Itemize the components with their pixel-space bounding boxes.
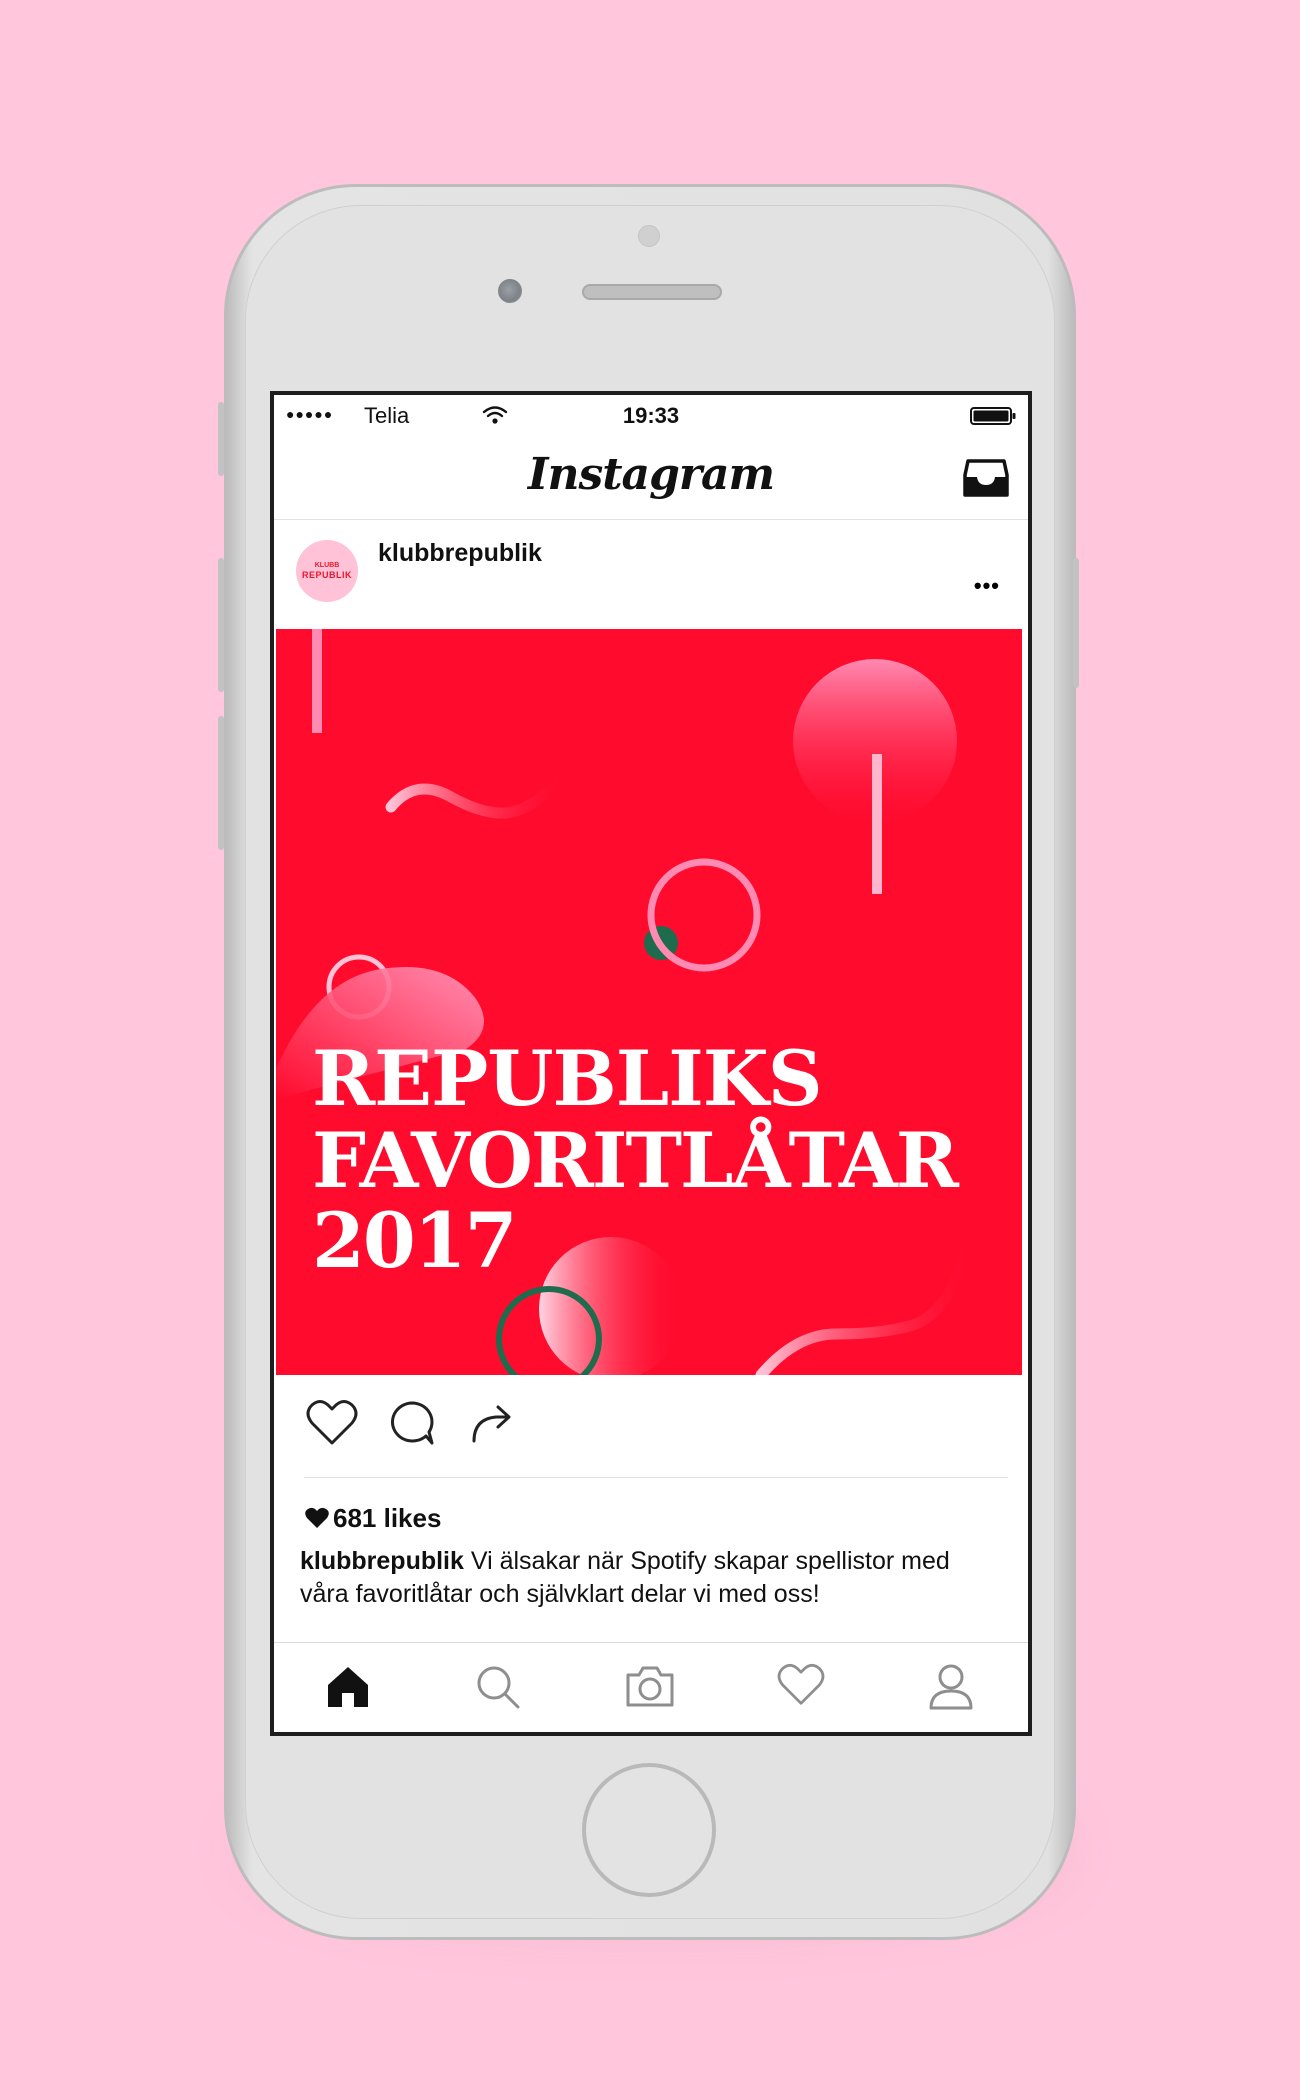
volume-down-button: [218, 716, 224, 850]
activity-heart-icon[interactable]: [777, 1663, 825, 1707]
post-header: KLUBB REPUBLIK klubbrepublik •••: [274, 519, 1028, 619]
camera-icon[interactable]: [624, 1663, 676, 1709]
status-bar: ●●●●● Telia 19:33: [274, 395, 1028, 435]
battery-full-icon: [970, 407, 1016, 425]
avatar-text-small: KLUBB: [314, 562, 340, 569]
deco-line-right: [872, 754, 882, 894]
earpiece-speaker: [582, 284, 722, 300]
instagram-logo: Instagram: [527, 449, 775, 500]
likes-text: 681 likes: [333, 1503, 442, 1533]
share-icon[interactable]: [468, 1399, 516, 1447]
comment-icon[interactable]: [388, 1399, 436, 1447]
avatar[interactable]: KLUBB REPUBLIK: [296, 540, 358, 602]
front-camera: [498, 279, 522, 303]
post-actions: [274, 1375, 1028, 1475]
likes-count[interactable]: 681 likes: [305, 1503, 441, 1534]
post-caption: klubbrepublik Vi älsakar när Spotify ska…: [300, 1545, 1000, 1611]
avatar-text-large: REPUBLIK: [301, 570, 352, 580]
phone-screen: ●●●●● Telia 19:33 Instagram KLUBB REPUBL…: [270, 391, 1032, 1736]
clock: 19:33: [622, 403, 680, 428]
power-button: [1073, 558, 1079, 688]
home-button[interactable]: [582, 1763, 716, 1897]
actions-divider: [304, 1477, 1008, 1478]
small-heart-icon: [305, 1507, 329, 1528]
caption-username[interactable]: klubbrepublik: [300, 1547, 464, 1575]
post-image[interactable]: REPUBLIKS FAVORITLÅTAR 2017: [276, 629, 1022, 1375]
inbox-icon[interactable]: [962, 457, 1010, 499]
volume-up-button: [218, 558, 224, 692]
bottom-tab-bar: [274, 1642, 1028, 1732]
search-icon[interactable]: [474, 1663, 522, 1711]
mute-switch: [218, 402, 224, 476]
deco-line-top-left: [312, 629, 322, 733]
home-icon[interactable]: [324, 1663, 372, 1709]
image-title-line1: REPUBLIKS: [312, 1034, 822, 1123]
proximity-sensor: [638, 225, 660, 247]
profile-icon[interactable]: [928, 1663, 974, 1711]
like-heart-icon[interactable]: [306, 1399, 358, 1447]
app-header: Instagram: [274, 435, 1028, 520]
image-title-line3: 2017: [312, 1196, 516, 1285]
more-options-icon[interactable]: •••: [974, 573, 1000, 599]
deco-circle-bottom: [539, 1237, 683, 1375]
post-username[interactable]: klubbrepublik: [378, 539, 542, 568]
image-title-line2: FAVORITLÅTAR: [312, 1116, 960, 1205]
